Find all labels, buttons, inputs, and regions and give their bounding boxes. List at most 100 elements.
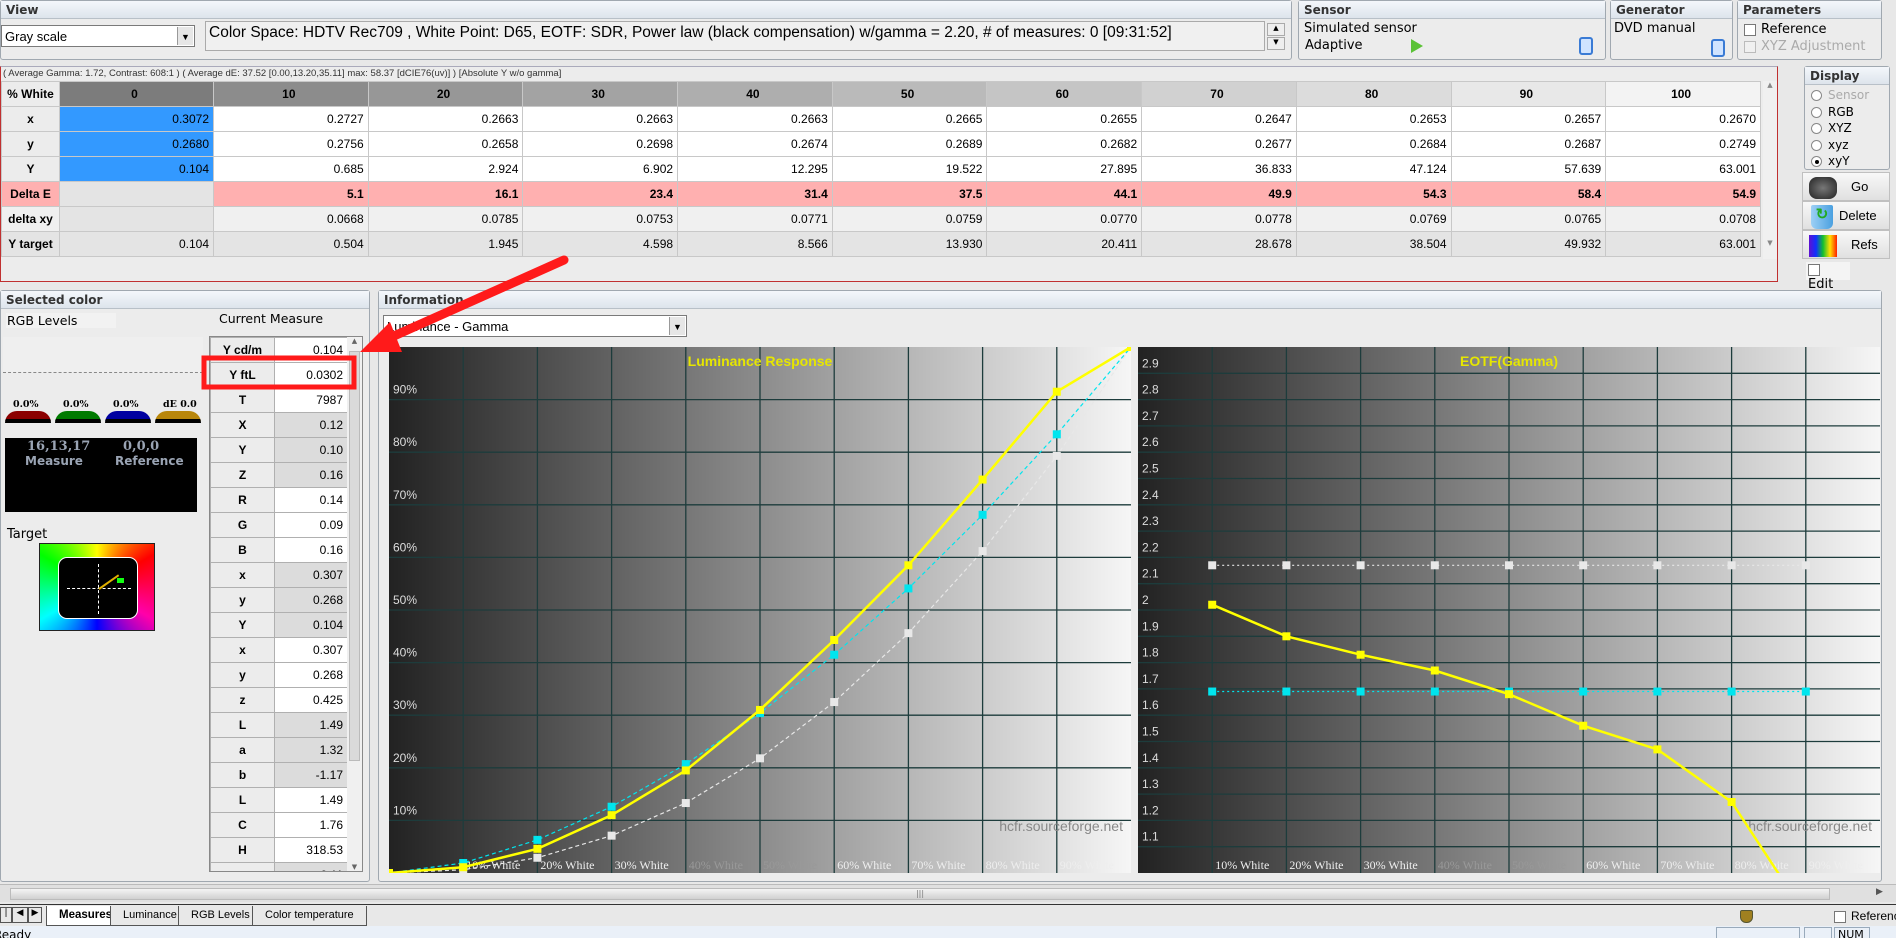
column-header[interactable]: 60 [986,81,1143,107]
display-option-xyz[interactable]: XYZ [1811,120,1869,137]
table-cell[interactable]: 28.678 [1141,231,1297,257]
reference-checkbox-box[interactable] [1744,23,1756,36]
table-cell[interactable]: 0.2680 [59,131,214,157]
column-header[interactable]: 100 [1605,81,1761,107]
sensor-config-icon[interactable] [1579,37,1593,55]
table-cell[interactable]: 4.598 [522,231,679,257]
tab-next-button[interactable]: ▶ [28,907,42,923]
play-icon[interactable] [1411,39,1423,53]
table-cell[interactable]: 0.104 [59,231,214,257]
column-header[interactable]: 20 [367,81,524,107]
table-cell[interactable]: 37.5 [831,181,988,207]
view-mode-select[interactable]: Gray scale ▼ [1,25,195,47]
table-cell[interactable]: 0.0759 [831,206,988,232]
table-cell[interactable]: 0.2647 [1141,106,1297,132]
table-cell[interactable]: 0.2749 [1605,131,1761,157]
display-option-xyz[interactable]: xyz [1811,137,1869,154]
table-cell[interactable]: 0.2658 [367,131,524,157]
column-header[interactable]: 40 [677,81,833,107]
table-cell[interactable]: 0.2677 [1141,131,1297,157]
table-cell[interactable]: 0.504 [213,231,369,257]
measures-scrollbar-v[interactable]: ▲ ▼ [1763,81,1777,259]
table-cell[interactable]: 0.2698 [522,131,679,157]
column-header[interactable]: 70 [1141,81,1297,107]
table-cell[interactable]: 0.2665 [831,106,988,132]
table-cell[interactable]: 63.001 [1605,231,1761,257]
table-cell[interactable]: 13.930 [831,231,988,257]
table-cell[interactable]: 38.504 [1295,231,1452,257]
info-spin-up[interactable]: ▲ [1267,23,1285,36]
table-cell[interactable]: 49.932 [1450,231,1607,257]
column-header[interactable]: 0 [59,81,214,107]
table-cell[interactable]: 19.522 [831,156,988,182]
edit-checkbox[interactable]: Edit [1806,262,1850,292]
info-spin-down[interactable]: ▼ [1267,37,1285,50]
table-cell[interactable]: 0.2657 [1450,106,1607,132]
column-header[interactable]: 30 [522,81,679,107]
status-reference-checkbox[interactable]: Reference [1834,909,1896,923]
table-cell[interactable]: 0.0708 [1605,206,1761,232]
table-cell[interactable]: 0.0771 [677,206,833,232]
chart-type-select[interactable]: Luminance - Gamma ▼ [383,315,687,337]
table-cell[interactable]: 5.1 [213,181,369,207]
table-cell[interactable]: 2.924 [367,156,524,182]
radio-button[interactable] [1811,156,1822,167]
column-header[interactable]: 10 [213,81,369,107]
current-measure-scrollbar[interactable]: ▲ ▼ [347,337,362,871]
table-cell[interactable]: 12.295 [677,156,833,182]
table-cell[interactable]: 0.2689 [831,131,988,157]
table-cell[interactable]: 0.0668 [213,206,369,232]
table-cell[interactable]: 0.0769 [1295,206,1452,232]
table-cell[interactable]: 20.411 [986,231,1143,257]
table-cell[interactable]: 44.1 [986,181,1143,207]
table-cell[interactable]: 0.2682 [986,131,1143,157]
table-cell[interactable]: 0.0753 [522,206,679,232]
column-header[interactable]: 90 [1450,81,1607,107]
status-reference-box[interactable] [1834,910,1846,923]
go-button[interactable]: Go [1802,172,1890,201]
table-cell[interactable]: 23.4 [522,181,679,207]
table-cell[interactable]: 0.685 [213,156,369,182]
radio-button[interactable] [1811,123,1822,134]
table-cell[interactable]: 0.2663 [522,106,679,132]
table-cell[interactable]: 0.104 [59,156,214,182]
display-option-xyy[interactable]: xyY [1811,153,1869,170]
table-cell[interactable]: 6.902 [522,156,679,182]
table-cell[interactable]: 0.2727 [213,106,369,132]
table-cell[interactable]: 54.3 [1295,181,1452,207]
table-cell[interactable]: 49.9 [1141,181,1297,207]
display-option-rgb[interactable]: RGB [1811,104,1869,121]
scroll-right-arrow[interactable]: ▶ [1876,887,1883,897]
tab-first-button[interactable]: | [0,907,12,923]
column-header[interactable]: 50 [831,81,988,107]
scrollbar-thumb[interactable] [349,351,360,761]
radio-button[interactable] [1811,139,1822,151]
table-cell[interactable]: 36.833 [1141,156,1297,182]
column-header[interactable]: 80 [1295,81,1452,107]
table-cell[interactable]: 0.0765 [1450,206,1607,232]
tab-color-temperature[interactable]: Color temperature [252,906,367,926]
table-cell[interactable]: 63.001 [1605,156,1761,182]
table-cell[interactable]: 31.4 [677,181,833,207]
table-cell[interactable]: 0.2653 [1295,106,1452,132]
table-cell[interactable]: 0.2674 [677,131,833,157]
table-cell[interactable]: 0.2655 [986,106,1143,132]
horizontal-scrollbar[interactable]: ||| ▶ [0,884,1896,902]
table-cell[interactable]: 57.639 [1450,156,1607,182]
table-cell[interactable]: 58.4 [1450,181,1607,207]
tab-prev-button[interactable]: ◀ [12,907,28,923]
table-cell[interactable]: 1.945 [367,231,524,257]
generator-config-icon[interactable] [1711,39,1725,57]
table-cell[interactable]: 8.566 [677,231,833,257]
tab-rgb-levels[interactable]: RGB Levels [178,906,263,926]
table-cell[interactable]: 0.2684 [1295,131,1452,157]
table-cell[interactable] [59,181,214,207]
horizontal-scrollbar-thumb[interactable]: ||| [10,888,1830,900]
table-cell[interactable]: 0.2663 [367,106,524,132]
table-cell[interactable]: 47.124 [1295,156,1452,182]
table-cell[interactable] [59,206,214,232]
table-cell[interactable]: 54.9 [1605,181,1761,207]
table-cell[interactable]: 0.3072 [59,106,214,132]
refs-button[interactable]: Refs [1802,230,1890,259]
delete-button[interactable]: ↻ Delete [1802,201,1890,230]
